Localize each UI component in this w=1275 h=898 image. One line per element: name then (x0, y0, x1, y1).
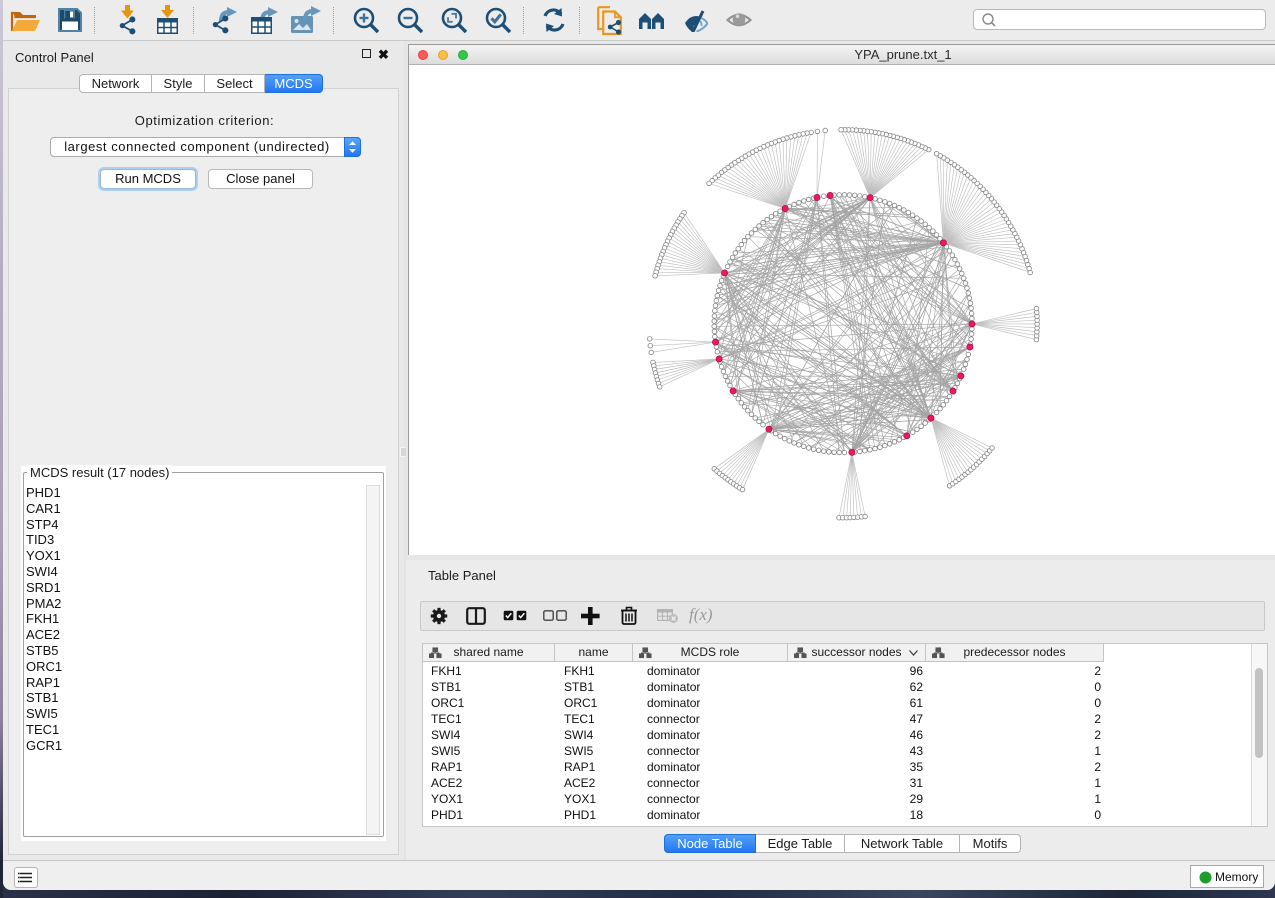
svg-text:f(x): f(x) (689, 606, 713, 624)
